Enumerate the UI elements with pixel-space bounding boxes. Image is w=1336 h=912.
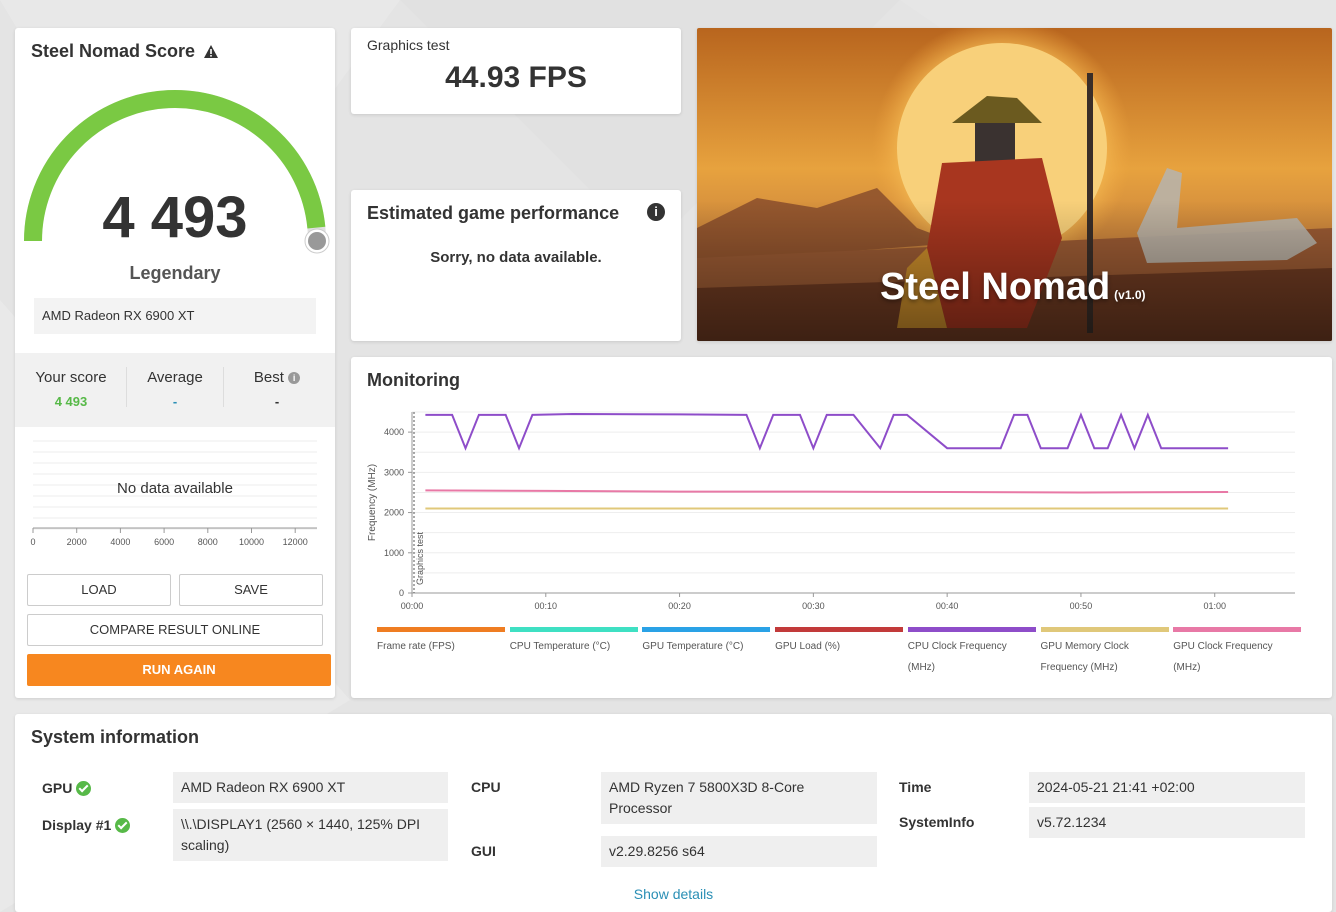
show-details-link[interactable]: Show details <box>15 886 1332 902</box>
y-axis-label: Frequency (MHz) <box>367 464 378 541</box>
legend-swatch <box>377 627 505 632</box>
legend-swatch <box>509 627 638 632</box>
x-tick-label: 00:20 <box>668 601 691 611</box>
legend-item[interactable]: Frame rate (FPS) <box>377 627 505 657</box>
legend-label: GPU Memory Clock Frequency (MHz) <box>1040 641 1129 673</box>
cpu-value: AMD Ryzen 7 5800X3D 8-Core Processor <box>601 772 877 824</box>
gui-label: GUI <box>471 843 496 859</box>
gui-value: v2.29.8256 s64 <box>601 836 877 867</box>
info-icon[interactable]: i <box>288 372 301 384</box>
systeminfo-value: v5.72.1234 <box>1029 807 1305 838</box>
dist-tick-label: 10000 <box>239 537 264 547</box>
legend-item[interactable]: GPU Temperature (°C) <box>642 627 771 657</box>
legend-swatch <box>642 627 771 632</box>
benchmark-banner: Steel Nomad (v1.0) <box>697 28 1332 341</box>
your-score: Your score 4 493 <box>35 369 107 409</box>
series-line <box>425 412 1229 451</box>
score-title: Steel Nomad Score <box>31 41 219 62</box>
time-label: Time <box>899 779 932 795</box>
systeminfo-label: SystemInfo <box>899 814 975 830</box>
y-tick-label: 1000 <box>384 548 404 558</box>
score-gpu-name: AMD Radeon RX 6900 XT <box>34 298 316 334</box>
score-comparison: Your score 4 493 Average - Best i - <box>15 353 335 427</box>
dist-tick-label: 0 <box>30 537 35 547</box>
no-data-message: No data available <box>117 480 233 497</box>
score-card: Steel Nomad Score 4 493 Legendary AMD Ra… <box>15 28 335 698</box>
estimate-message: Sorry, no data available. <box>430 249 602 266</box>
legend-swatch <box>907 627 1036 632</box>
legend-item[interactable]: CPU Temperature (°C) <box>509 627 638 657</box>
display-label: Display #1 <box>42 817 131 833</box>
score-rank: Legendary <box>129 263 221 283</box>
info-icon[interactable]: i <box>647 203 665 221</box>
x-tick-label: 00:30 <box>802 601 825 611</box>
graphics-test-fps: 44.93 FPS <box>445 61 587 94</box>
legend-swatch <box>1173 627 1302 632</box>
compare-result-online-button[interactable]: COMPARE RESULT ONLINE <box>27 614 323 646</box>
legend-swatch <box>1040 627 1169 632</box>
cpu-label: CPU <box>471 779 501 795</box>
legend-item[interactable]: CPU Clock Frequency (MHz) <box>907 627 1036 678</box>
monitoring-card: Monitoring 0 1000 2000 3000 4000 00:00 00:10 00… <box>351 357 1332 698</box>
legend-label: GPU Clock Frequency (MHz) <box>1173 641 1273 673</box>
legend-label: CPU Clock Frequency (MHz) <box>907 641 1007 673</box>
time-value: 2024-05-21 21:41 +02:00 <box>1029 772 1305 803</box>
graphics-test-card: Graphics test 44.93 FPS <box>351 28 681 114</box>
y-tick-label: 3000 <box>384 467 404 477</box>
save-button[interactable]: SAVE <box>179 574 323 606</box>
banner-title: Steel Nomad (v1.0) <box>880 266 1146 308</box>
check-icon <box>115 817 131 833</box>
y-tick-label: 4000 <box>384 427 404 437</box>
check-icon <box>76 780 92 796</box>
graphics-test-label: Graphics test <box>367 37 450 53</box>
x-tick-label: 00:00 <box>401 601 424 611</box>
legend-label: GPU Temperature (°C) <box>642 641 744 652</box>
legend-item[interactable]: GPU Memory Clock Frequency (MHz) <box>1040 627 1169 678</box>
legend-label: Frame rate (FPS) <box>377 641 455 652</box>
load-button[interactable]: LOAD <box>27 574 171 606</box>
system-info-title: System information <box>31 727 200 747</box>
score-value: 4 493 <box>102 185 248 250</box>
system-information-card: System information GPU AMD Radeon RX 690… <box>15 714 1332 912</box>
x-tick-label: 00:10 <box>535 601 558 611</box>
graphics-test-marker-label: Graphics test <box>415 531 425 585</box>
estimated-game-performance-card: Estimated game performance i Sorry, no d… <box>351 190 681 341</box>
divider <box>126 367 127 407</box>
warning-icon[interactable] <box>203 44 219 60</box>
dist-tick-label: 12000 <box>283 537 308 547</box>
legend-label: GPU Load (%) <box>775 641 841 652</box>
run-again-button[interactable]: RUN AGAIN <box>27 654 331 686</box>
y-tick-label: 2000 <box>384 508 404 518</box>
dist-tick-label: 4000 <box>110 537 130 547</box>
best-score: Best i - <box>237 369 317 409</box>
estimate-title: Estimated game performance <box>367 203 620 223</box>
x-tick-label: 01:00 <box>1203 601 1226 611</box>
monitoring-chart: 0 1000 2000 3000 4000 00:00 00:10 00:20 00:30 00:… <box>367 411 1295 611</box>
legend-label: CPU Temperature (°C) <box>509 641 611 652</box>
display-value: \\.\DISPLAY1 (2560 × 1440, 125% DPI scal… <box>173 809 448 861</box>
legend-item[interactable]: GPU Load (%) <box>775 627 904 657</box>
divider <box>223 367 224 407</box>
x-tick-label: 00:50 <box>1070 601 1093 611</box>
legend-swatch <box>775 627 904 632</box>
average-score: Average - <box>147 369 203 409</box>
legend-item[interactable]: GPU Clock Frequency (MHz) <box>1173 627 1302 678</box>
dist-tick-label: 6000 <box>154 537 174 547</box>
x-tick-label: 00:40 <box>936 601 959 611</box>
dist-tick-label: 8000 <box>198 537 218 547</box>
gpu-label: GPU <box>42 780 92 796</box>
gpu-value: AMD Radeon RX 6900 XT <box>173 772 448 803</box>
y-tick-label: 0 <box>399 588 404 598</box>
dist-tick-label: 2000 <box>67 537 87 547</box>
